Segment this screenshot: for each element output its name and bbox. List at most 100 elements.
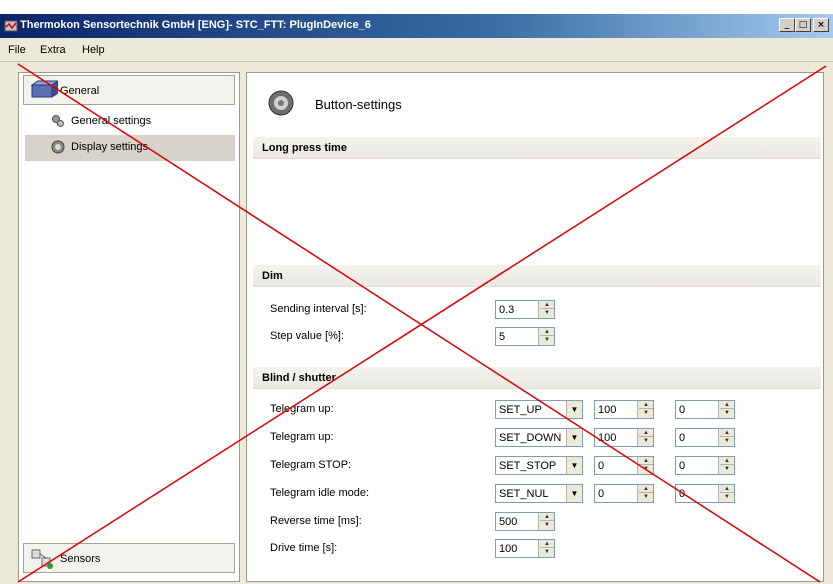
spin-arrows[interactable]: ▲ ▼ bbox=[718, 401, 734, 418]
spin-down-icon[interactable]: ▼ bbox=[540, 548, 554, 556]
spin-down-icon[interactable]: ▼ bbox=[639, 493, 653, 501]
spin-arrows[interactable]: ▲ ▼ bbox=[538, 540, 554, 557]
menubar: File Extra Help bbox=[0, 38, 833, 62]
spin-up-icon[interactable]: ▲ bbox=[720, 457, 734, 465]
maximize-button[interactable]: □ bbox=[795, 18, 811, 32]
telegram-stop-value1-stepper[interactable]: 0 ▲ ▼ bbox=[594, 456, 654, 475]
stepper-value: 0 bbox=[598, 488, 605, 500]
telegram-stop-select[interactable]: SET_STOP ▼ bbox=[495, 456, 583, 475]
spin-arrows[interactable]: ▲ ▼ bbox=[538, 301, 554, 318]
spin-up-icon[interactable]: ▲ bbox=[639, 429, 653, 437]
spin-arrows[interactable]: ▲ ▼ bbox=[718, 485, 734, 502]
spin-down-icon[interactable]: ▼ bbox=[639, 437, 653, 445]
sending-interval-stepper[interactable]: 0.3 ▲ ▼ bbox=[495, 300, 555, 319]
select-value: SET_UP bbox=[499, 404, 542, 416]
section-blind-shutter: Blind / shutter bbox=[253, 367, 821, 389]
close-button[interactable]: × bbox=[813, 18, 829, 32]
spin-arrows[interactable]: ▲ ▼ bbox=[718, 429, 734, 446]
drive-time-stepper[interactable]: 100 ▲ ▼ bbox=[495, 539, 555, 558]
spin-up-icon[interactable]: ▲ bbox=[540, 301, 554, 309]
spin-arrows[interactable]: ▲ ▼ bbox=[637, 457, 653, 474]
menu-help[interactable]: Help bbox=[82, 44, 105, 56]
chevron-down-icon[interactable]: ▼ bbox=[566, 485, 582, 502]
telegram-idle-select[interactable]: SET_NUL ▼ bbox=[495, 484, 583, 503]
spin-down-icon[interactable]: ▼ bbox=[639, 465, 653, 473]
display-settings-icon bbox=[51, 140, 65, 154]
sending-interval-value: 0.3 bbox=[499, 304, 515, 316]
telegram-down-label: Telegram up: bbox=[270, 431, 334, 443]
telegram-idle-value2-stepper[interactable]: 0 ▲ ▼ bbox=[675, 484, 735, 503]
menu-extra[interactable]: Extra bbox=[40, 44, 66, 56]
spin-up-icon[interactable]: ▲ bbox=[540, 540, 554, 548]
sidebar-item-general-settings[interactable]: General settings bbox=[25, 109, 235, 135]
drive-time-label: Drive time [s]: bbox=[270, 542, 338, 554]
telegram-down-select[interactable]: SET_DOWN ▼ bbox=[495, 428, 583, 447]
section-dim: Dim bbox=[253, 265, 821, 287]
spin-down-icon[interactable]: ▼ bbox=[540, 336, 554, 344]
spin-up-icon[interactable]: ▲ bbox=[720, 485, 734, 493]
sidebar: General General settings Display setting… bbox=[18, 72, 240, 582]
chevron-down-icon[interactable]: ▼ bbox=[566, 429, 582, 446]
select-value: SET_NUL bbox=[499, 488, 549, 500]
sidebar-group-general[interactable]: General bbox=[23, 75, 235, 105]
spin-down-icon[interactable]: ▼ bbox=[720, 493, 734, 501]
section-title: Long press time bbox=[262, 142, 347, 154]
reverse-time-stepper[interactable]: 500 ▲ ▼ bbox=[495, 512, 555, 531]
select-value: SET_STOP bbox=[499, 460, 557, 472]
stepper-value: 100 bbox=[598, 432, 617, 444]
drive-time-value: 100 bbox=[499, 543, 518, 555]
step-value-stepper[interactable]: 5 ▲ ▼ bbox=[495, 327, 555, 346]
telegram-down-value1-stepper[interactable]: 100 ▲ ▼ bbox=[594, 428, 654, 447]
app-icon bbox=[4, 20, 18, 32]
spin-up-icon[interactable]: ▲ bbox=[720, 429, 734, 437]
stepper-value: 0 bbox=[679, 404, 686, 416]
telegram-up-value1-stepper[interactable]: 100 ▲ ▼ bbox=[594, 400, 654, 419]
spin-up-icon[interactable]: ▲ bbox=[720, 401, 734, 409]
spin-up-icon[interactable]: ▲ bbox=[540, 513, 554, 521]
spin-arrows[interactable]: ▲ ▼ bbox=[538, 513, 554, 530]
chevron-down-icon[interactable]: ▼ bbox=[566, 401, 582, 418]
spin-up-icon[interactable]: ▲ bbox=[639, 485, 653, 493]
monitor-icon bbox=[30, 80, 58, 98]
reverse-time-value: 500 bbox=[499, 516, 518, 528]
sensors-icon bbox=[31, 549, 53, 569]
spin-down-icon[interactable]: ▼ bbox=[720, 409, 734, 417]
telegram-stop-value2-stepper[interactable]: 0 ▲ ▼ bbox=[675, 456, 735, 475]
spin-arrows[interactable]: ▲ ▼ bbox=[637, 429, 653, 446]
telegram-up-value2-stepper[interactable]: 0 ▲ ▼ bbox=[675, 400, 735, 419]
menu-file[interactable]: File bbox=[8, 44, 26, 56]
spin-up-icon[interactable]: ▲ bbox=[639, 457, 653, 465]
spin-down-icon[interactable]: ▼ bbox=[720, 465, 734, 473]
spin-up-icon[interactable]: ▲ bbox=[540, 328, 554, 336]
spin-down-icon[interactable]: ▼ bbox=[540, 309, 554, 317]
spin-arrows[interactable]: ▲ ▼ bbox=[538, 328, 554, 345]
telegram-down-value2-stepper[interactable]: 0 ▲ ▼ bbox=[675, 428, 735, 447]
spin-arrows[interactable]: ▲ ▼ bbox=[637, 401, 653, 418]
stepper-value: 100 bbox=[598, 404, 617, 416]
reverse-time-label: Reverse time [ms]: bbox=[270, 515, 362, 527]
section-long-press-time: Long press time bbox=[253, 137, 821, 159]
spin-down-icon[interactable]: ▼ bbox=[540, 521, 554, 529]
spin-arrows[interactable]: ▲ ▼ bbox=[637, 485, 653, 502]
telegram-idle-value1-stepper[interactable]: 0 ▲ ▼ bbox=[594, 484, 654, 503]
chevron-down-icon[interactable]: ▼ bbox=[566, 457, 582, 474]
sidebar-item-display-settings[interactable]: Display settings bbox=[25, 135, 235, 161]
sending-interval-label: Sending interval [s]: bbox=[270, 303, 367, 315]
spin-down-icon[interactable]: ▼ bbox=[639, 409, 653, 417]
main-panel: Button-settings Long press time Dim Send… bbox=[246, 72, 824, 582]
sidebar-item-label: Display settings bbox=[71, 141, 149, 153]
telegram-up-label: Telegram up: bbox=[270, 403, 334, 415]
section-title: Blind / shutter bbox=[262, 372, 336, 384]
sidebar-group-sensors[interactable]: Sensors bbox=[23, 543, 235, 573]
stepper-value: 0 bbox=[679, 460, 686, 472]
section-title: Dim bbox=[262, 270, 283, 282]
button-settings-icon bbox=[268, 90, 294, 116]
spin-up-icon[interactable]: ▲ bbox=[639, 401, 653, 409]
spin-arrows[interactable]: ▲ ▼ bbox=[718, 457, 734, 474]
spin-down-icon[interactable]: ▼ bbox=[720, 437, 734, 445]
sidebar-item-label: General settings bbox=[71, 115, 152, 127]
minimize-button[interactable]: _ bbox=[779, 18, 795, 32]
step-value-label: Step value [%]: bbox=[270, 330, 344, 342]
telegram-up-select[interactable]: SET_UP ▼ bbox=[495, 400, 583, 419]
window-titlebar: Thermokon Sensortechnik GmbH [ENG]- STC_… bbox=[0, 14, 833, 38]
